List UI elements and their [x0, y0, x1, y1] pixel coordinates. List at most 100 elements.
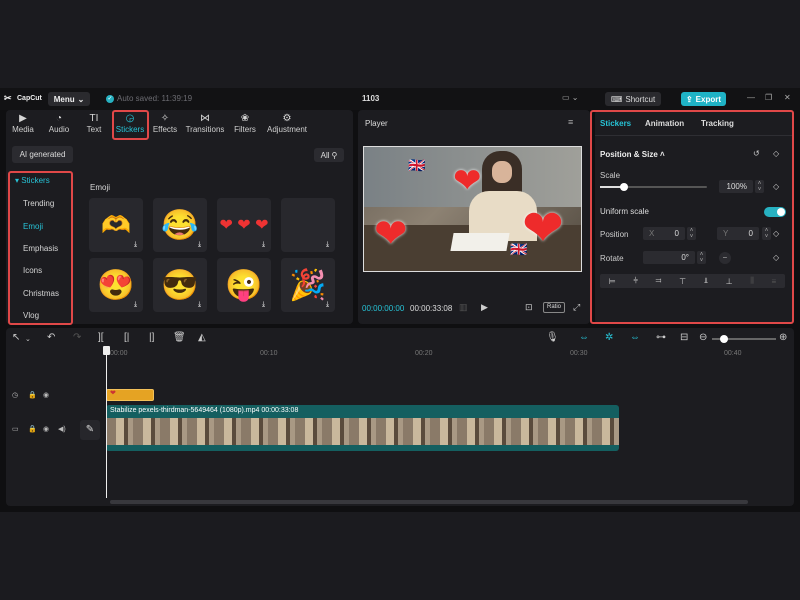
split-right-icon[interactable]: |] [149, 332, 154, 343]
auto-snapping-icon[interactable]: ✲ [605, 332, 613, 343]
zoom-slider-knob[interactable] [720, 335, 728, 343]
caption-icon[interactable]: ⊟ [680, 332, 688, 343]
lock-icon[interactable]: 🔒 [28, 425, 37, 433]
zoom-in-icon[interactable]: ⊕ [779, 332, 787, 343]
ratio-button[interactable]: Ratio [543, 302, 565, 313]
sticker-party-popper[interactable]: 🎉 ⤓ [281, 258, 335, 312]
split-icon[interactable]: ][ [98, 332, 104, 343]
tab-stickers[interactable]: ◶ Stickers [113, 112, 147, 138]
category-emphasis[interactable]: Emphasis [23, 244, 58, 253]
tab-filters[interactable]: ❀ Filters [228, 112, 262, 138]
tab-inspector-animation[interactable]: Animation [645, 119, 684, 128]
download-icon[interactable]: ⤓ [131, 240, 140, 249]
keyframe-diamond-icon[interactable]: ◇ [773, 253, 779, 262]
microphone-icon[interactable]: 🎙 [546, 332, 559, 343]
preview-axis-icon[interactable]: ⊶ [656, 332, 666, 343]
cover-edit-icon[interactable]: ✎ [80, 420, 100, 440]
download-icon[interactable]: ⤓ [131, 300, 140, 309]
sticker-laughing[interactable]: 😂 ⤓ [153, 198, 207, 252]
tab-adjustment[interactable]: ⚙ Adjustment [266, 112, 308, 138]
restore-icon[interactable]: ❐ [765, 93, 772, 102]
ai-generated-button[interactable]: AI generated [12, 146, 73, 163]
heart-sticker-overlay[interactable]: ❤ [374, 211, 408, 257]
audio-mute-icon[interactable]: ◀) [58, 425, 66, 433]
sticker-heart-eyes[interactable]: 😍 ⤓ [89, 258, 143, 312]
fullscreen-icon[interactable]: ⤢ [573, 302, 580, 313]
sticker-sunglasses[interactable]: 😎 ⤓ [153, 258, 207, 312]
shortcut-button[interactable]: ⌨ Shortcut [605, 92, 661, 106]
keyframe-diamond-icon[interactable]: ◇ [773, 182, 779, 191]
video-preview[interactable]: 🇬🇧 🇬🇧 ❤ ❤ ❤ [363, 146, 582, 272]
align-top-icon[interactable]: ⊤ [679, 277, 686, 286]
tab-text[interactable]: TI Text [77, 112, 111, 138]
position-y-field[interactable]: Y0 [717, 227, 759, 240]
tab-effects[interactable]: ✧ Effects [148, 112, 182, 138]
heart-sticker-overlay[interactable]: ❤ [522, 199, 564, 257]
sticker-winking-tongue[interactable]: 😜 ⤓ [217, 258, 271, 312]
stickers-category-header[interactable]: ▾ Stickers [15, 176, 50, 185]
zoom-out-icon[interactable]: ⊖ [699, 332, 707, 343]
download-icon[interactable]: ⤓ [323, 240, 332, 249]
eye-icon[interactable]: ◉ [43, 425, 49, 433]
tab-media[interactable]: ▶ Media [6, 112, 40, 138]
timeline-scrollbar[interactable] [110, 500, 748, 504]
close-icon[interactable]: ✕ [784, 93, 791, 102]
distribute-v-icon[interactable]: ≡ [771, 277, 776, 286]
align-left-icon[interactable]: ⊨ [609, 277, 616, 286]
category-christmas[interactable]: Christmas [23, 289, 59, 298]
position-x-field[interactable]: X0 [643, 227, 685, 240]
position-y-stepper[interactable]: ˄ ˅ [762, 227, 771, 240]
align-bottom-icon[interactable]: ⊥ [726, 277, 733, 286]
category-emoji[interactable]: Emoji [23, 222, 43, 231]
tab-audio[interactable]: ◔ Audio [42, 112, 76, 138]
download-icon[interactable]: ⤓ [259, 300, 268, 309]
play-icon[interactable]: ▶ [481, 302, 488, 313]
category-vlog[interactable]: Vlog [23, 311, 39, 320]
playhead-handle[interactable] [103, 346, 110, 355]
main-track-magnet-icon[interactable]: ⇔ [579, 332, 589, 343]
minimize-icon[interactable]: — [747, 93, 755, 102]
heart-sticker-overlay[interactable]: ❤ [453, 161, 482, 201]
mask-icon[interactable]: ◭ [198, 332, 206, 343]
delete-icon[interactable]: 🗑 [173, 332, 186, 343]
timeline-view-icon[interactable]: ▥ [459, 302, 468, 313]
chevron-down-icon[interactable]: ⌄ [25, 335, 31, 343]
rotate-stepper[interactable]: ˄ ˅ [697, 251, 706, 264]
category-trending[interactable]: Trending [23, 199, 54, 208]
reset-icon[interactable]: ↺ [753, 149, 760, 158]
filter-all-button[interactable]: All ⚲ [314, 148, 344, 162]
rotate-field[interactable]: 0° [643, 251, 695, 264]
align-middle-v-icon[interactable]: ⫫ [704, 276, 709, 286]
position-x-stepper[interactable]: ˄ ˅ [687, 227, 696, 240]
lock-icon[interactable]: 🔒 [28, 391, 37, 399]
align-right-icon[interactable]: ⫤ [655, 276, 661, 286]
rotate-dial-icon[interactable]: – [719, 252, 731, 264]
sticker-clip[interactable]: ❤ [106, 389, 154, 401]
sticker-hearts[interactable]: ❤ ❤ ❤ ⤓ [217, 198, 271, 252]
download-icon[interactable]: ⤓ [259, 240, 268, 249]
scale-value-field[interactable]: 100% [719, 180, 753, 193]
sticker-heart-hands[interactable]: 🫶 ⤓ [89, 198, 143, 252]
scale-stepper[interactable]: ˄ ˅ [755, 180, 764, 193]
playhead[interactable] [106, 346, 107, 498]
scale-slider[interactable] [600, 183, 707, 191]
snapshot-icon[interactable]: ⊡ [525, 302, 533, 313]
tab-transitions[interactable]: ⋈ Transitions [186, 112, 225, 138]
export-button[interactable]: ⇪ Export [681, 92, 726, 106]
menu-button[interactable]: Menu ⌄ [48, 92, 90, 106]
keyframe-diamond-icon[interactable]: ◇ [773, 229, 779, 238]
split-left-icon[interactable]: [| [124, 332, 129, 343]
tab-inspector-stickers[interactable]: Stickers [600, 119, 631, 128]
category-icons[interactable]: Icons [23, 266, 42, 275]
select-cursor-icon[interactable]: ↖ [12, 332, 20, 343]
sticker-blank[interactable]: ⤓ [281, 198, 335, 252]
position-size-title[interactable]: Position & Size ˄ [600, 150, 665, 159]
tab-inspector-tracking[interactable]: Tracking [701, 119, 734, 128]
keyframe-diamond-icon[interactable]: ◇ [773, 149, 779, 158]
download-icon[interactable]: ⤓ [195, 240, 204, 249]
download-icon[interactable]: ⤓ [195, 300, 204, 309]
uniform-scale-toggle[interactable] [764, 207, 786, 217]
download-icon[interactable]: ⤓ [323, 300, 332, 309]
redo-icon[interactable]: ↷ [73, 332, 81, 343]
scale-slider-knob[interactable] [619, 183, 628, 191]
